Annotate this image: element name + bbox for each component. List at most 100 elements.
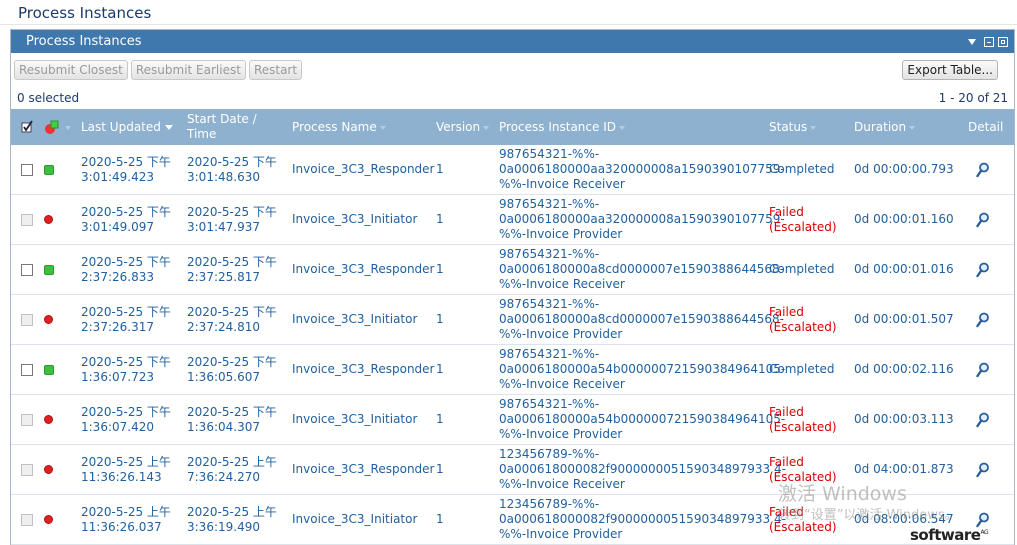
brand-suffix: AG (980, 529, 989, 536)
duration-cell: 0d 00:00:02.116 (854, 345, 954, 394)
instance-id-cell[interactable]: 987654321-%%- 0a0006180000aa320000008a15… (499, 145, 785, 194)
process-name: Invoice_3C3_Responder (292, 162, 435, 176)
instance-id-line: 0a0006180000aa320000008a1590390107759- (499, 212, 785, 226)
process-instances-panel: Process Instances Resubmit Closest Resub… (10, 29, 1015, 545)
version-cell: 1 (436, 395, 444, 444)
magnifier-icon[interactable] (976, 295, 990, 344)
status-text: Failed (769, 304, 804, 319)
status-text: Completed (769, 162, 835, 176)
resubmit-closest-button[interactable]: Resubmit Closest (14, 59, 128, 80)
duration-cell: 0d 00:00:00.793 (854, 145, 954, 194)
last-updated-time: 1:36:07.723 (81, 369, 154, 384)
version: 1 (436, 162, 444, 176)
status-cell: Completed (769, 245, 834, 294)
instance-id-line: %%-Invoice Provider (499, 227, 623, 241)
col-duration-label: Duration (854, 120, 907, 134)
duration-cell: 0d 00:00:03.113 (854, 395, 954, 444)
instance-id-line: %%-Invoice Receiver (499, 277, 625, 291)
table-row[interactable]: 2020-5-25 下午 1:36:07.723 2020-5-25 下午 1:… (11, 345, 1014, 395)
version: 1 (436, 412, 444, 426)
instance-id-cell[interactable]: 987654321-%%- 0a0006180000a8cd0000007e15… (499, 245, 784, 294)
panel-menu-icon[interactable] (968, 38, 976, 45)
row-checkbox[interactable] (21, 513, 33, 526)
version: 1 (436, 362, 444, 376)
instance-id-line: 0a0006180000a8cd0000007e1590388644568- (499, 262, 784, 276)
instance-id-line: %%-Invoice Provider (499, 427, 623, 441)
export-table-button[interactable]: Export Table... (902, 59, 998, 80)
col-instance-id[interactable]: Process Instance ID (499, 109, 625, 145)
status-cell: Failed (Escalated) (769, 395, 837, 444)
minimize-icon[interactable] (984, 36, 994, 47)
duration: 0d 00:00:00.793 (854, 162, 954, 176)
status-indicator-icon[interactable] (44, 109, 71, 145)
col-status[interactable]: Status (769, 109, 817, 145)
instance-id-cell[interactable]: 987654321-%%- 0a0006180000a54b0000007215… (499, 395, 785, 444)
version-cell: 1 (436, 195, 444, 244)
status-cell: Completed (769, 145, 834, 194)
last-updated-date: 2020-5-25 上午 (81, 454, 171, 469)
start-date: 2020-5-25 上午 (187, 504, 277, 519)
magnifier-icon[interactable] (976, 145, 990, 194)
instance-id-cell[interactable]: 987654321-%%- 0a0006180000aa320000008a15… (499, 195, 785, 244)
col-last-updated[interactable]: Last Updated (81, 109, 173, 145)
process-name-cell: Invoice_3C3_Initiator (292, 495, 417, 544)
paging-info[interactable]: 1 - 20 of 21 (939, 91, 1008, 105)
instance-id-cell[interactable]: 123456789-%%- 0a000618000082f90000000515… (499, 495, 786, 544)
status-cell: Completed (769, 345, 834, 394)
col-duration[interactable]: Duration (854, 109, 916, 145)
last-updated-cell: 2020-5-25 上午 11:36:26.143 (81, 445, 171, 494)
instance-id-cell[interactable]: 987654321-%%- 0a0006180000a54b0000007215… (499, 345, 785, 394)
start-date: 2020-5-25 下午 (187, 254, 277, 269)
start-date-cell: 2020-5-25 下午 3:01:47.937 (187, 195, 277, 244)
status-indicator-icon (44, 264, 54, 275)
row-checkbox[interactable] (21, 313, 33, 326)
instance-id-line: 0a000618000082f900000005159034897933 4- (499, 462, 786, 476)
instance-id-cell[interactable]: 987654321-%%- 0a0006180000a8cd0000007e15… (499, 295, 784, 344)
last-updated-cell: 2020-5-25 下午 2:37:26.833 (81, 245, 171, 294)
start-time: 7:36:24.270 (187, 469, 260, 484)
last-updated-cell: 2020-5-25 下午 2:37:26.317 (81, 295, 171, 344)
table-row[interactable]: 2020-5-25 下午 2:37:26.317 2020-5-25 下午 2:… (11, 295, 1014, 345)
status-text: Failed (769, 454, 804, 469)
row-checkbox[interactable] (21, 363, 33, 376)
col-process-name[interactable]: Process Name (292, 109, 386, 145)
status-text: Failed (769, 204, 804, 219)
process-name: Invoice_3C3_Responder (292, 362, 435, 376)
row-checkbox[interactable] (21, 213, 33, 226)
status-cell: Failed (Escalated) (769, 295, 837, 344)
last-updated-cell: 2020-5-25 下午 3:01:49.097 (81, 195, 171, 244)
col-version[interactable]: Version (436, 109, 490, 145)
row-checkbox[interactable] (21, 413, 33, 426)
process-name-cell: Invoice_3C3_Responder (292, 445, 434, 494)
instance-id-cell[interactable]: 123456789-%%- 0a000618000082f90000000515… (499, 445, 786, 494)
start-date: 2020-5-25 下午 (187, 354, 277, 369)
col-detail-label: Detail (968, 120, 1004, 134)
magnifier-icon[interactable] (976, 345, 990, 394)
magnifier-icon[interactable] (976, 395, 990, 444)
table-row[interactable]: 2020-5-25 下午 3:01:49.097 2020-5-25 下午 3:… (11, 195, 1014, 245)
table-row[interactable]: 2020-5-25 下午 3:01:49.423 2020-5-25 下午 3:… (11, 145, 1014, 195)
row-checkbox[interactable] (21, 163, 33, 176)
last-updated-date: 2020-5-25 下午 (81, 304, 171, 319)
start-date-cell: 2020-5-25 上午 3:36:19.490 (187, 495, 277, 544)
start-date: 2020-5-25 上午 (187, 454, 277, 469)
process-name: Invoice_3C3_Responder (292, 462, 435, 476)
maximize-icon[interactable] (998, 36, 1008, 47)
resubmit-earliest-button[interactable]: Resubmit Earliest (130, 59, 246, 80)
col-version-label: Version (436, 120, 481, 134)
restart-button[interactable]: Restart (248, 59, 303, 80)
last-updated-time: 11:36:26.143 (81, 469, 162, 484)
start-date-cell: 2020-5-25 下午 2:37:24.810 (187, 295, 277, 344)
table-row[interactable]: 2020-5-25 下午 1:36:07.420 2020-5-25 下午 1:… (11, 395, 1014, 445)
start-time: 2:37:25.817 (187, 269, 260, 284)
row-checkbox[interactable] (21, 463, 33, 476)
col-start-date[interactable]: Start Date / Time (187, 109, 257, 145)
select-all-icon[interactable] (21, 109, 37, 145)
magnifier-icon[interactable] (976, 195, 990, 244)
duration: 0d 00:00:01.507 (854, 312, 954, 326)
magnifier-icon[interactable] (976, 445, 990, 494)
process-name: Invoice_3C3_Initiator (292, 212, 418, 226)
magnifier-icon[interactable] (976, 245, 990, 294)
row-checkbox[interactable] (21, 263, 33, 276)
table-row[interactable]: 2020-5-25 下午 2:37:26.833 2020-5-25 下午 2:… (11, 245, 1014, 295)
